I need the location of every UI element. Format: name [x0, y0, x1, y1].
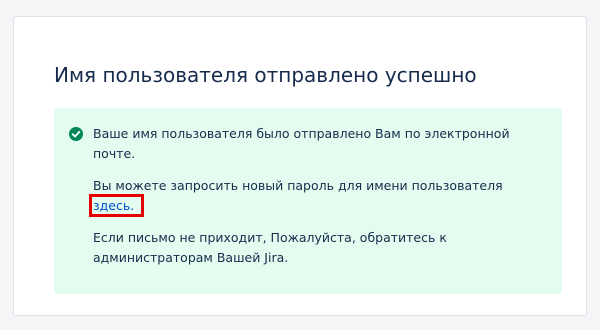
message-body: Ваше имя пользователя было отправлено Ва… — [88, 124, 548, 268]
reset-password-text: Вы можете запросить новый пароль для име… — [93, 178, 503, 193]
check-circle-icon — [69, 127, 83, 141]
reset-password-link[interactable]: здесь. — [88, 194, 145, 217]
message-sent-text: Ваше имя пользователя было отправлено Ва… — [93, 126, 510, 161]
info-card: Имя пользователя отправлено успешно Ваше… — [13, 16, 587, 316]
success-message: Ваше имя пользователя было отправлено Ва… — [54, 108, 562, 294]
contact-admin-text: Если письмо не приходит, Пожалуйста, обр… — [93, 230, 447, 265]
reset-password-paragraph: Вы можете запросить новый пароль для име… — [88, 176, 548, 217]
page-title: Имя пользователя отправлено успешно — [54, 63, 477, 87]
